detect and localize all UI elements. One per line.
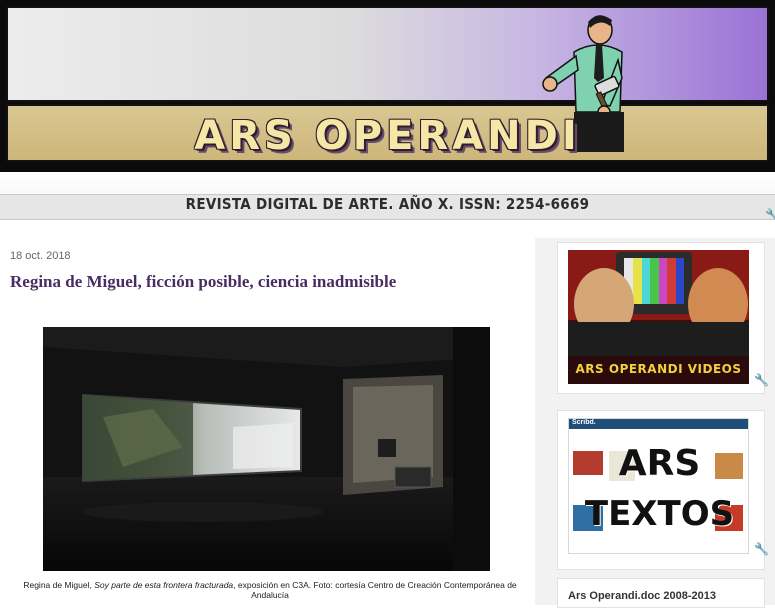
- header-banner[interactable]: ARS OPERANDI: [0, 0, 775, 172]
- scribd-toolbar: [569, 419, 748, 429]
- textos-line-ars: ARS: [618, 443, 701, 484]
- caption-suffix: , exposición en C3A. Foto: cortesía Cent…: [233, 580, 517, 600]
- ars-operandi-videos-banner[interactable]: ARS OPERANDI VIDEOS: [568, 250, 749, 384]
- textos-line-textos: TEXTOS: [584, 494, 735, 534]
- caption-work-title: Soy parte de esta frontera fracturada: [94, 580, 234, 590]
- doc-widget-heading: Ars Operandi.doc 2008-2013: [568, 590, 716, 602]
- banner-sky: [6, 6, 769, 102]
- site-title: ARS OPERANDI: [194, 113, 581, 159]
- edit-wrench-icon[interactable]: 🔧: [765, 208, 775, 222]
- site-subtitle: REVISTA DIGITAL DE ARTE. AÑO X. ISSN: 22…: [185, 195, 590, 213]
- post-image-exhibition[interactable]: [43, 327, 490, 571]
- videos-banner-text: ARS OPERANDI VIDEOS: [575, 362, 742, 376]
- edit-wrench-icon[interactable]: 🔧: [754, 373, 769, 387]
- post-date: 18 oct. 2018: [10, 250, 71, 262]
- caption-prefix: Regina de Miguel,: [23, 580, 95, 590]
- edit-wrench-icon[interactable]: 🔧: [754, 542, 769, 556]
- subtitle-bar: REVISTA DIGITAL DE ARTE. AÑO X. ISSN: 22…: [0, 172, 775, 220]
- ars-textos-banner[interactable]: Scribd. ARS TEXTOS: [568, 418, 749, 554]
- image-caption: Regina de Miguel, Soy parte de esta fron…: [10, 580, 530, 600]
- exhibition-photo: [43, 327, 490, 571]
- scribd-label: Scribd.: [572, 419, 596, 426]
- post-title[interactable]: Regina de Miguel, ficción posible, cienc…: [10, 272, 520, 292]
